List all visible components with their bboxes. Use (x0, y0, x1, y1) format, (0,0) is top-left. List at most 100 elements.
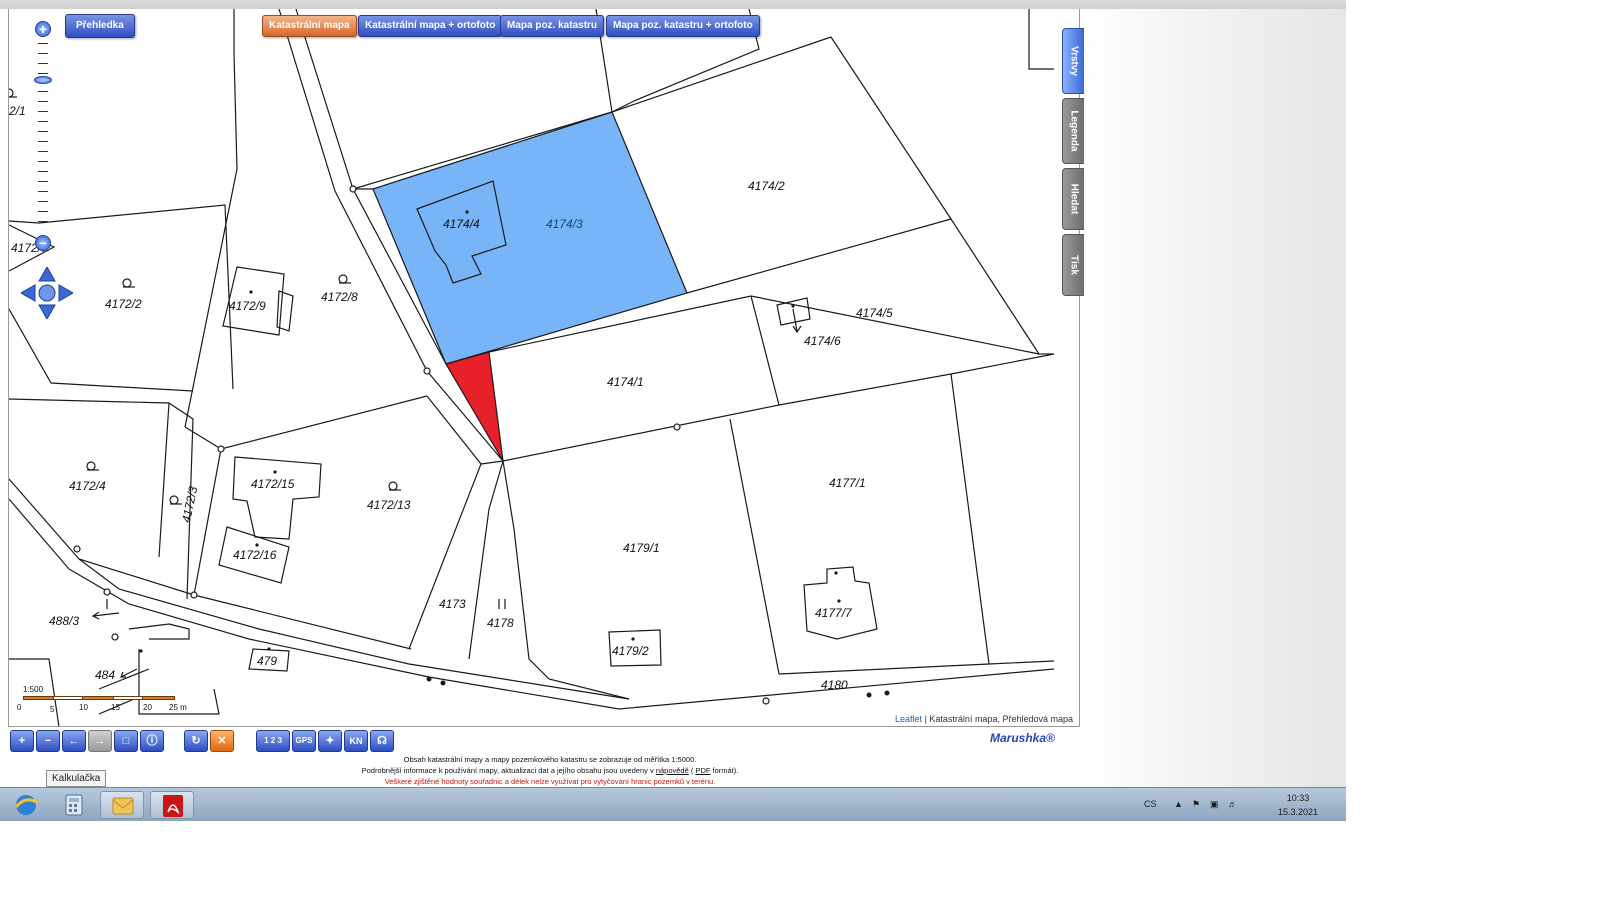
map-type-button-cadastral[interactable]: Katastrální mapa (262, 15, 357, 37)
selected-parcel-4174-3 (372, 111, 688, 365)
parcel-label: 4173 (439, 597, 466, 611)
zoom-slider[interactable]: + − (27, 15, 57, 255)
acrobat-icon[interactable] (150, 791, 194, 819)
back-icon[interactable]: ← (62, 730, 86, 752)
tab-legend[interactable]: Legenda (1062, 98, 1084, 164)
pan-center-icon (38, 284, 56, 302)
zoom-tick (38, 171, 48, 172)
overview-button[interactable]: Přehledka (65, 14, 135, 38)
highlight-parcel (445, 351, 504, 462)
parcel-label: 2/1 (9, 104, 26, 118)
parcel-label: 4180 (821, 678, 848, 692)
brand-logo: Marushka® (990, 731, 1055, 745)
zoom-tick (38, 53, 48, 54)
gps-icon[interactable]: GPS (292, 730, 316, 752)
parcel-label: 4172/16 (233, 548, 277, 562)
pdf-link[interactable]: PDF (695, 766, 710, 775)
volume-icon[interactable]: ♬ (1228, 799, 1237, 809)
parcel-label: 4172/9 (229, 299, 266, 313)
parcel-label: 484 (95, 668, 116, 682)
pan-control[interactable] (21, 267, 73, 319)
zoom-tick (38, 221, 48, 222)
zoom-tick (38, 43, 48, 44)
cart-icon[interactable]: ☊ (370, 730, 394, 752)
scale-tick: 0 (17, 703, 22, 712)
info-icon[interactable]: ⓘ (140, 730, 164, 752)
parcel-label: 4174/5 (856, 306, 893, 320)
parcel-label: 4178 (487, 616, 514, 630)
language-indicator[interactable]: CS (1144, 799, 1157, 809)
zoom-tick (38, 63, 48, 64)
pan-right-icon (58, 284, 73, 302)
tab-search[interactable]: Hledat (1062, 168, 1084, 230)
zoom-out-icon[interactable]: − (35, 235, 51, 251)
zoom-tick (38, 151, 48, 152)
parcel-label: 4172/2 (105, 297, 142, 311)
parcel-label: 4172/8 (321, 290, 358, 304)
zoom-in-icon[interactable]: + (35, 21, 51, 37)
outlook-icon[interactable] (100, 791, 144, 819)
ie-icon[interactable] (4, 791, 48, 819)
map-attribution: Leaflet | Katastrální mapa, Přehledová m… (893, 714, 1075, 724)
parcel-label: 4179/2 (612, 644, 649, 658)
zoom-tick (38, 111, 48, 112)
scale-tick: 5 (50, 705, 55, 714)
zoom-tick (38, 131, 48, 132)
measure-icon[interactable]: 1 2 3 (256, 730, 290, 752)
taskbar: CS ▲ ⚑ ▣ ♬ 10:33 15.3.2021 (0, 787, 1346, 821)
parcel-label: 4177/7 (815, 606, 852, 620)
zoom-out-tool-icon[interactable]: − (36, 730, 60, 752)
action-center-icon[interactable]: ⚑ (1192, 799, 1200, 810)
clock[interactable]: 10:33 15.3.2021 (1272, 791, 1324, 819)
zoom-thumb[interactable] (34, 76, 52, 84)
zoom-tick (38, 191, 48, 192)
tab-print[interactable]: Tisk (1062, 234, 1084, 296)
parcel-label: 4174/1 (607, 375, 644, 389)
zoom-tick (38, 73, 48, 74)
parcel-label: 4177/1 (829, 476, 866, 490)
network-icon[interactable]: ▣ (1210, 799, 1219, 810)
parcel-label: 4179/1 (623, 541, 660, 555)
leaflet-link[interactable]: Leaflet (895, 714, 922, 724)
scale-bar: 1:500 0 5 10 15 20 25 m (17, 685, 197, 725)
zoom-tick (38, 211, 48, 212)
forward-icon[interactable]: → (88, 730, 112, 752)
browser-top-strip (0, 0, 1346, 9)
help-link[interactable]: nápovědě (656, 766, 689, 775)
parcel-label: 4172/13 (367, 498, 411, 512)
parcel-layer (9, 9, 1055, 726)
zoom-tick (38, 101, 48, 102)
refresh-icon[interactable]: ↻ (184, 730, 208, 752)
zoom-tick (38, 181, 48, 182)
cadastral-map[interactable]: 2/1 4172/7 4172/2 4172/9 4172/8 4174/4 4… (8, 9, 1079, 727)
scale-line (23, 696, 175, 700)
select-area-icon[interactable]: □ (114, 730, 138, 752)
parcel-label: 4172/4 (69, 479, 106, 493)
map-type-button-land-register[interactable]: Mapa poz. katastru (500, 15, 605, 37)
zoom-tick (38, 141, 48, 142)
zoom-tick (38, 91, 48, 92)
kn-icon[interactable]: KN (344, 730, 368, 752)
scale-ratio: 1:500 (23, 685, 44, 694)
calculator-icon[interactable] (52, 791, 96, 819)
map-type-button-cadastral-ortho[interactable]: Katastrální mapa + ortofoto (358, 15, 503, 37)
zoom-in-tool-icon[interactable]: + (10, 730, 34, 752)
zoom-tick (38, 161, 48, 162)
right-panel (1080, 9, 1346, 787)
show-hidden-icon[interactable]: ▲ (1174, 799, 1183, 809)
tab-layers[interactable]: Vrstvy (1062, 28, 1084, 94)
parcel-label: 4174/4 (443, 217, 480, 231)
map-type-button-land-register-ortho[interactable]: Mapa poz. katastru + ortofoto (606, 15, 760, 37)
locate-icon[interactable]: ✦ (318, 730, 342, 752)
parcel-label: 4172/15 (251, 477, 295, 491)
attribution-text: | Katastrální mapa, Přehledová mapa (924, 714, 1073, 724)
map-notice: Obsah katastrální mapy a mapy pozemkovéh… (361, 755, 739, 786)
pan-down-icon (38, 304, 56, 319)
scale-tick: 20 (143, 703, 152, 712)
clear-icon[interactable]: ✕ (210, 730, 234, 752)
desktop-screen: 2/1 4172/7 4172/2 4172/9 4172/8 4174/4 4… (0, 0, 1600, 900)
parcel-label: 4174/2 (748, 179, 785, 193)
parcel-label: 488/3 (49, 614, 80, 628)
tooltip: Kalkulačka (46, 770, 107, 787)
parcel-label: 4174/3 (546, 217, 583, 231)
